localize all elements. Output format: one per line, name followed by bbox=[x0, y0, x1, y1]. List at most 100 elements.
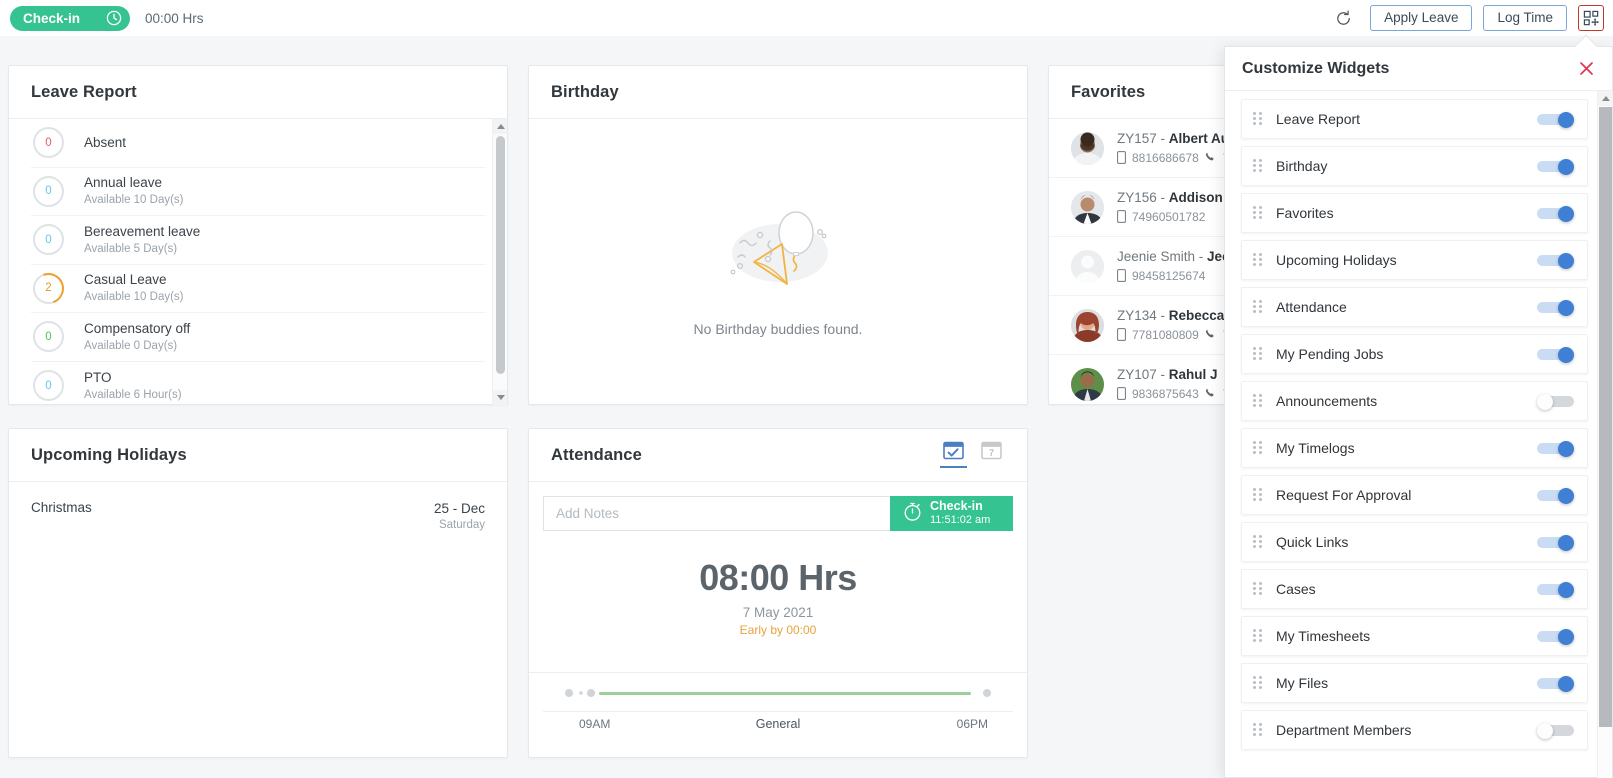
avatar bbox=[1071, 367, 1104, 401]
widget-toggle-switch[interactable] bbox=[1537, 158, 1574, 175]
timeline-dot-small bbox=[579, 691, 583, 695]
favorite-contacts: 77810808097 bbox=[1117, 327, 1237, 344]
drag-handle-icon[interactable] bbox=[1253, 440, 1264, 456]
upcoming-holidays-card: Upcoming Holidays Christmas 25 - Dec Satur… bbox=[8, 428, 508, 758]
refresh-icon[interactable] bbox=[1332, 7, 1354, 29]
toggle-knob bbox=[1558, 440, 1574, 457]
widget-toggle-row[interactable]: Leave Report bbox=[1241, 99, 1588, 139]
apply-leave-button[interactable]: Apply Leave bbox=[1370, 5, 1473, 31]
leave-report-row[interactable]: 0 Annual leave Available 10 Day(s) bbox=[31, 168, 485, 216]
drag-handle-icon[interactable] bbox=[1253, 581, 1264, 597]
scroll-up-arrow[interactable] bbox=[1598, 91, 1613, 106]
customize-widgets-header: Customize Widgets bbox=[1225, 47, 1612, 91]
drag-handle-icon[interactable] bbox=[1253, 675, 1264, 691]
log-time-button[interactable]: Log Time bbox=[1483, 5, 1567, 31]
drag-handle-icon[interactable] bbox=[1253, 299, 1264, 315]
widget-toggle-switch[interactable] bbox=[1537, 252, 1574, 269]
widget-label: My Pending Jobs bbox=[1276, 346, 1384, 362]
widget-toggle-row[interactable]: My Timelogs bbox=[1241, 428, 1588, 468]
widget-toggle-row[interactable]: Upcoming Holidays bbox=[1241, 240, 1588, 280]
widget-toggle-row[interactable]: My Pending Jobs bbox=[1241, 334, 1588, 374]
timeline-bar bbox=[599, 692, 971, 695]
tab-attendance-calendar[interactable]: 7 bbox=[978, 429, 1005, 468]
drag-handle-icon[interactable] bbox=[1253, 534, 1264, 550]
widget-toggle-switch[interactable] bbox=[1537, 628, 1574, 645]
widget-toggle-row[interactable]: My Files bbox=[1241, 663, 1588, 703]
leave-type-name: Annual leave bbox=[84, 175, 163, 191]
widget-toggle-row[interactable]: Request For Approval bbox=[1241, 475, 1588, 515]
customize-widgets-panel: Customize Widgets Leave Report Birthday Fa… bbox=[1224, 34, 1613, 778]
favorite-name: ZY156 - Addison B bbox=[1117, 189, 1237, 205]
holiday-row[interactable]: Christmas 25 - Dec Saturday bbox=[9, 482, 507, 532]
widget-toggle-row[interactable]: Birthday bbox=[1241, 146, 1588, 186]
leave-available-text: Available 10 Day(s) bbox=[84, 291, 184, 304]
leave-report-row[interactable]: 0 Absent bbox=[31, 119, 485, 168]
drag-handle-icon[interactable] bbox=[1253, 722, 1264, 738]
scroll-down-arrow[interactable] bbox=[493, 390, 507, 405]
widget-toggle-row[interactable]: My Timesheets bbox=[1241, 616, 1588, 656]
checkin-pill-button[interactable]: Check-in bbox=[10, 5, 131, 31]
checkin-button-time: 11:51:02 am bbox=[930, 514, 991, 527]
toggle-knob bbox=[1537, 393, 1553, 410]
widget-toggle-row[interactable]: Quick Links bbox=[1241, 522, 1588, 562]
widget-toggle-switch[interactable] bbox=[1537, 111, 1574, 128]
widget-label: Cases bbox=[1276, 581, 1316, 597]
widget-label: Department Members bbox=[1276, 722, 1412, 738]
timeline-shift-label: General bbox=[755, 717, 801, 731]
leave-available-text: Available 10 Day(s) bbox=[84, 194, 184, 207]
widget-toggle-switch[interactable] bbox=[1537, 346, 1574, 363]
widget-toggle-switch[interactable] bbox=[1537, 675, 1574, 692]
add-notes-input[interactable] bbox=[543, 496, 890, 531]
birthday-body: No Birthday buddies found. bbox=[529, 119, 1027, 405]
toggle-knob bbox=[1558, 675, 1574, 692]
drag-handle-icon[interactable] bbox=[1253, 158, 1264, 174]
drag-handle-icon[interactable] bbox=[1253, 205, 1264, 221]
customize-widgets-icon[interactable] bbox=[1578, 5, 1604, 31]
widget-toggle-switch[interactable] bbox=[1537, 440, 1574, 457]
widget-toggle-switch[interactable] bbox=[1537, 393, 1574, 410]
calendar-check-icon bbox=[943, 440, 964, 466]
widget-label: Attendance bbox=[1276, 299, 1347, 315]
close-icon[interactable] bbox=[1576, 59, 1596, 79]
attendance-early-status: Early by 00:00 bbox=[739, 623, 817, 637]
drag-handle-icon[interactable] bbox=[1253, 487, 1264, 503]
leave-type-name: Casual Leave bbox=[84, 272, 167, 288]
leave-report-row[interactable]: 0 Bereavement leave Available 5 Day(s) bbox=[31, 216, 485, 265]
clock-icon bbox=[106, 10, 122, 26]
drag-handle-icon[interactable] bbox=[1253, 111, 1264, 127]
widget-toggle-switch[interactable] bbox=[1537, 487, 1574, 504]
leave-report-row[interactable]: 0 PTO Available 6 Hour(s) bbox=[31, 362, 485, 406]
widget-toggle-row[interactable]: Announcements bbox=[1241, 381, 1588, 421]
widget-toggle-switch[interactable] bbox=[1537, 722, 1574, 739]
leave-report-row[interactable]: 2 Casual Leave Available 10 Day(s) bbox=[27, 265, 485, 313]
birthday-card: Birthday No Birthday buddies found. bbox=[528, 65, 1028, 405]
widget-toggle-row[interactable]: Attendance bbox=[1241, 287, 1588, 327]
attendance-timeline[interactable] bbox=[543, 673, 1013, 711]
widget-toggle-switch[interactable] bbox=[1537, 581, 1574, 598]
phone-icon bbox=[1205, 388, 1217, 400]
widget-toggle-row[interactable]: Cases bbox=[1241, 569, 1588, 609]
widget-toggle-row[interactable]: Department Members bbox=[1241, 710, 1588, 750]
scrollbar-thumb[interactable] bbox=[496, 136, 505, 374]
toggle-knob bbox=[1558, 534, 1574, 551]
widget-toggle-row[interactable]: Favorites bbox=[1241, 193, 1588, 233]
favorite-contacts: 88166866787 bbox=[1117, 150, 1229, 167]
widget-toggle-switch[interactable] bbox=[1537, 299, 1574, 316]
leave-report-row[interactable]: 0 Compensatory off Available 0 Day(s) bbox=[31, 313, 485, 362]
widget-toggle-switch[interactable] bbox=[1537, 205, 1574, 222]
drag-handle-icon[interactable] bbox=[1253, 252, 1264, 268]
drag-handle-icon[interactable] bbox=[1253, 393, 1264, 409]
tab-attendance-check[interactable] bbox=[940, 429, 967, 468]
widget-label: Announcements bbox=[1276, 393, 1378, 409]
drag-handle-icon[interactable] bbox=[1253, 628, 1264, 644]
scrollbar-thumb[interactable] bbox=[1599, 107, 1612, 727]
customize-widgets-scrollbar[interactable] bbox=[1597, 91, 1613, 778]
drag-handle-icon[interactable] bbox=[1253, 346, 1264, 362]
scroll-up-arrow[interactable] bbox=[493, 119, 507, 134]
widget-toggle-switch[interactable] bbox=[1537, 534, 1574, 551]
leave-count-ring: 0 bbox=[33, 224, 64, 256]
attendance-timeline-axis: 09AM General 06PM bbox=[543, 711, 1013, 737]
attendance-checkin-button[interactable]: Check-in 11:51:02 am bbox=[890, 496, 1013, 531]
leave-report-scrollbar[interactable] bbox=[492, 119, 507, 405]
leave-count-ring: 0 bbox=[33, 127, 64, 159]
